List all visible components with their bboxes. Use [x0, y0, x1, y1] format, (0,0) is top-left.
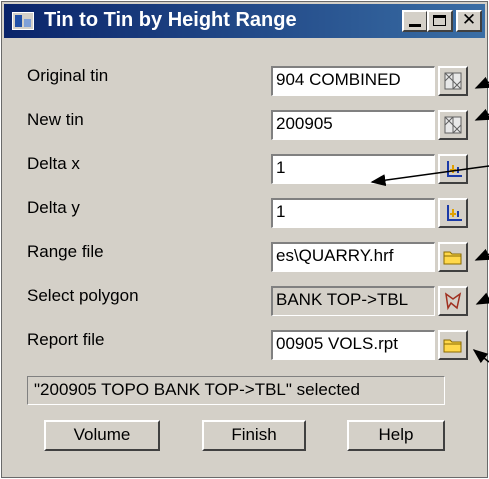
callout-arrow-delta	[370, 167, 475, 187]
callout-arrow-range-file	[474, 248, 489, 261]
callout-arrow-report-file	[472, 349, 489, 364]
callout-arrow-delta-x-tick	[473, 165, 489, 169]
callout-arrows	[370, 76, 489, 364]
callout-arrow-new-tin	[474, 108, 489, 121]
callout-arrow-original-tin	[474, 76, 489, 89]
callout-arrow-select-polygon	[475, 292, 489, 305]
